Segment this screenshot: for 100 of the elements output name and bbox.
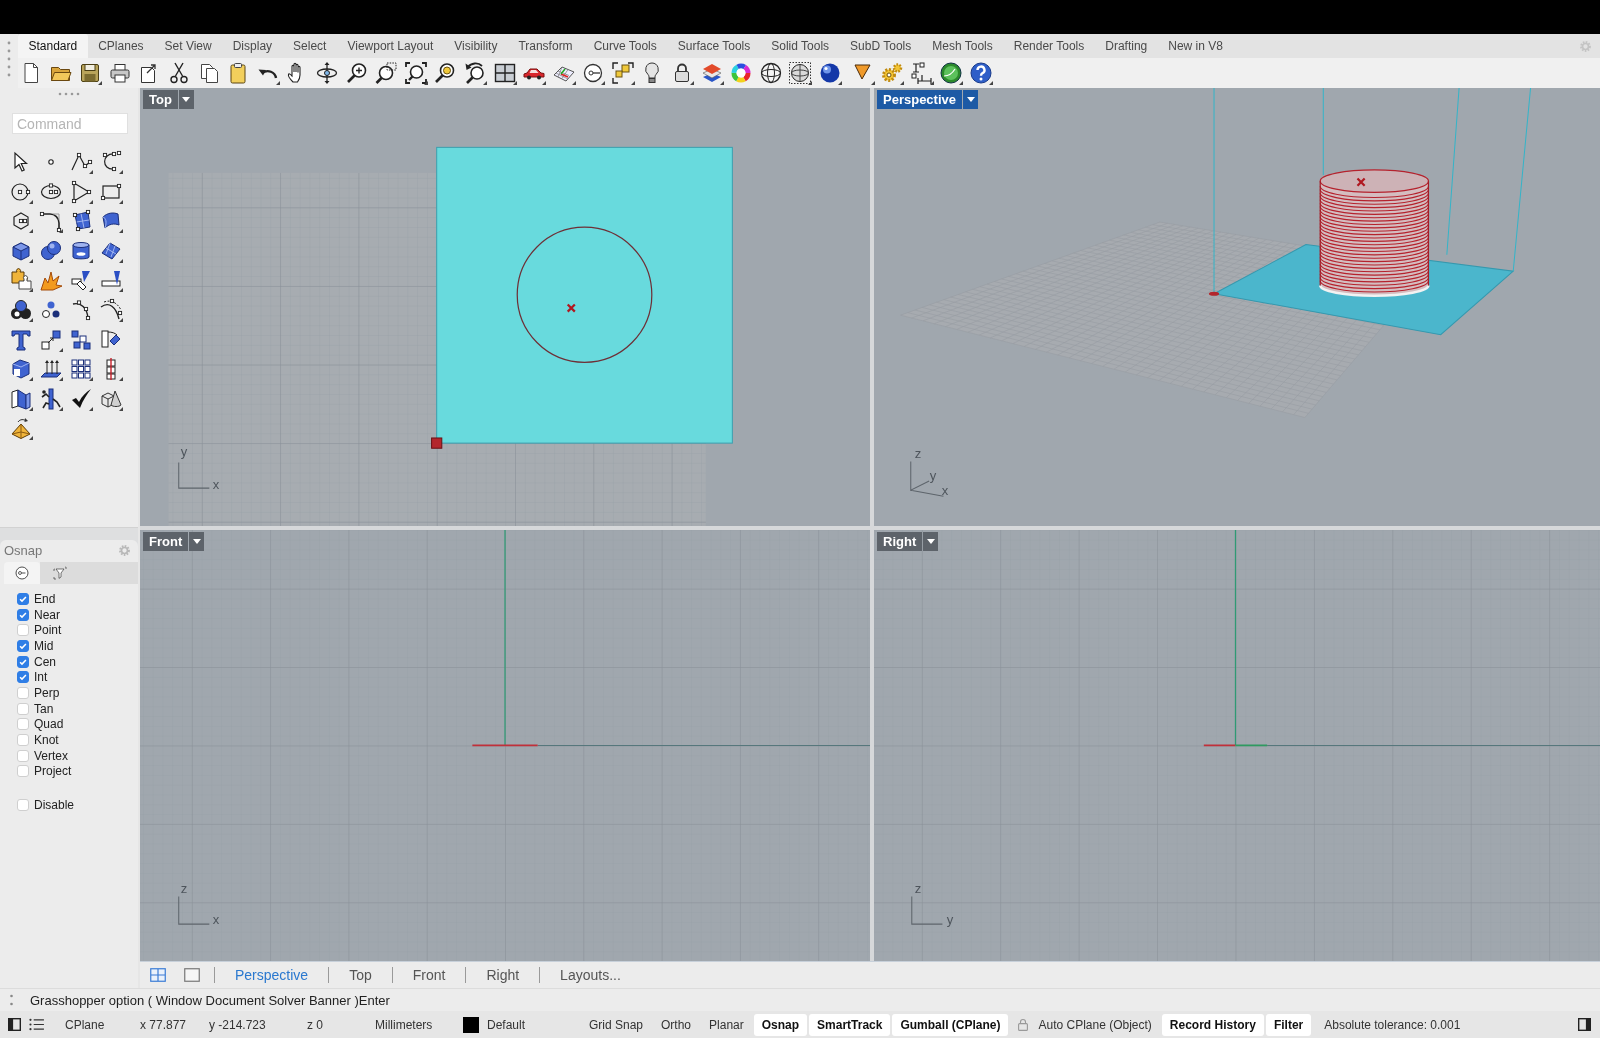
toolbar-tab[interactable]: New in V8 [1157,34,1234,58]
toolbar-tab[interactable]: Render Tools [1003,34,1095,58]
spheres-icon[interactable] [39,238,63,263]
checkbox[interactable] [17,765,29,778]
osnap-icon[interactable] [581,61,606,85]
zoom-extents-icon[interactable] [403,61,428,85]
layer-name[interactable]: Default [487,1017,526,1032]
checkbox[interactable] [17,655,29,668]
status-toggle[interactable]: Osnap [753,1013,808,1036]
offset-curve-icon[interactable] [99,297,123,322]
single-viewport-icon[interactable] [184,968,200,983]
viewport-title-tab[interactable]: Front [143,532,189,551]
viewport-tab[interactable]: Right [466,967,540,984]
viewport[interactable]: Perspective z y x [874,88,1600,526]
cylinder[interactable] [1319,169,1430,297]
text-tool-icon[interactable] [9,327,33,352]
array-squares-icon[interactable] [69,327,93,352]
circles-icon[interactable] [9,297,33,322]
viewport[interactable]: Front z x [140,530,870,961]
viewport-title-tab[interactable]: Top [143,90,178,109]
split-icon[interactable] [99,268,123,293]
checkbox[interactable] [17,671,29,684]
status-toggle[interactable]: Planar [701,1013,752,1036]
status-toggle[interactable]: Auto CPlane (Object) [1010,1013,1160,1036]
drag-handle-icon[interactable] [58,92,80,96]
box-notch-icon[interactable] [9,357,33,382]
toolbar-tab[interactable]: Transform [507,34,584,58]
checkbox[interactable] [17,624,29,637]
viewport-title-tab[interactable]: Perspective [877,90,962,109]
checkbox[interactable] [17,686,29,699]
list-icon[interactable] [29,1018,44,1031]
viewport-tab[interactable]: Front [392,967,466,984]
toolbar-tab[interactable]: Viewport Layout [336,34,444,58]
arc-icon[interactable] [69,179,93,204]
wireframe-sphere-icon[interactable] [758,61,783,85]
status-toggle[interactable]: SmartTrack [809,1013,891,1036]
shaded-sphere-icon[interactable] [788,61,813,85]
status-toggle[interactable]: Record History [1161,1013,1264,1036]
toolbar-tab[interactable]: Display [222,34,283,58]
viewport-title-tab[interactable]: Right [877,532,923,551]
fillet-icon[interactable] [39,209,63,234]
curved-sheet-icon[interactable] [99,209,123,234]
circle-curve[interactable] [516,226,653,363]
toolbar-tab[interactable]: Visibility [443,34,508,58]
grid-array-icon[interactable] [69,357,93,382]
rendered-sphere-icon[interactable] [818,61,843,85]
status-toggle[interactable]: Grid Snap [581,1013,652,1036]
figure-icon[interactable] [39,386,63,411]
checkbox[interactable] [17,799,29,812]
puzzle-icon[interactable] [9,268,33,293]
panel-tab[interactable] [4,562,40,584]
toolbar-tab[interactable]: SubD Tools [839,34,922,58]
viewport-menu-button[interactable] [189,532,205,551]
help-icon[interactable] [969,61,993,85]
drag-handle-icon[interactable] [10,994,13,1006]
toolbar-tab[interactable]: Surface Tools [667,34,761,58]
checkbox[interactable] [17,639,29,652]
viewport-tab[interactable]: Perspective [215,967,329,984]
pyramid-icon[interactable] [9,416,33,441]
checkbox[interactable] [17,734,29,747]
viewport[interactable]: Right z y [874,530,1600,961]
command-field[interactable]: Command [12,113,128,134]
move-icon[interactable] [39,327,63,352]
toolbar-tab[interactable]: Curve Tools [583,34,668,58]
toolbar-tab[interactable]: Solid Tools [760,34,840,58]
four-viewports-icon[interactable] [492,61,517,85]
toolbar-tab[interactable]: Drafting [1094,34,1158,58]
folded-sheet-icon[interactable] [9,386,33,411]
toolbar-tab[interactable]: Set View [154,34,223,58]
checkbox[interactable] [17,749,29,762]
orbit-icon[interactable] [314,61,339,85]
toolbar-tab[interactable]: Standard [18,34,88,58]
globe-icon[interactable] [939,61,964,85]
status-toggle[interactable]: Ortho [653,1013,700,1036]
viewport-menu-button[interactable] [963,90,978,109]
layouts-button[interactable]: Layouts... [540,967,641,984]
viewport-menu-button[interactable] [923,532,939,551]
polyline-icon[interactable] [69,150,93,174]
viewport-menu-button[interactable] [178,90,194,109]
sidebar-toggle-icon[interactable] [8,1018,21,1031]
panel-toggle-icon[interactable] [1578,1018,1591,1031]
zoom-window-icon[interactable] [374,61,399,85]
layer-color-icon[interactable] [463,1016,479,1033]
status-toggle[interactable]: Filter [1265,1013,1312,1036]
status-toggle[interactable]: Gumball (CPlane) [892,1013,1009,1036]
checkbox[interactable] [17,718,29,731]
dimension-icon[interactable] [909,61,934,85]
select-squares-icon[interactable] [610,61,635,85]
toolbar-tab[interactable]: Select [282,34,337,58]
toolbar-tab[interactable]: CPlanes [87,34,155,58]
viewport-tab[interactable]: Top [329,967,392,984]
viewport[interactable]: Top y x [140,88,870,526]
checkbox[interactable] [17,608,29,621]
cplane-label[interactable]: CPlane [65,1017,105,1032]
checkbox[interactable] [17,702,29,715]
printer-icon[interactable] [107,61,132,85]
checkbox[interactable] [17,592,29,605]
units-label[interactable]: Millimeters [375,1017,433,1032]
trim-icon[interactable] [69,268,93,293]
toolbar-tab[interactable]: Mesh Tools [921,34,1004,58]
